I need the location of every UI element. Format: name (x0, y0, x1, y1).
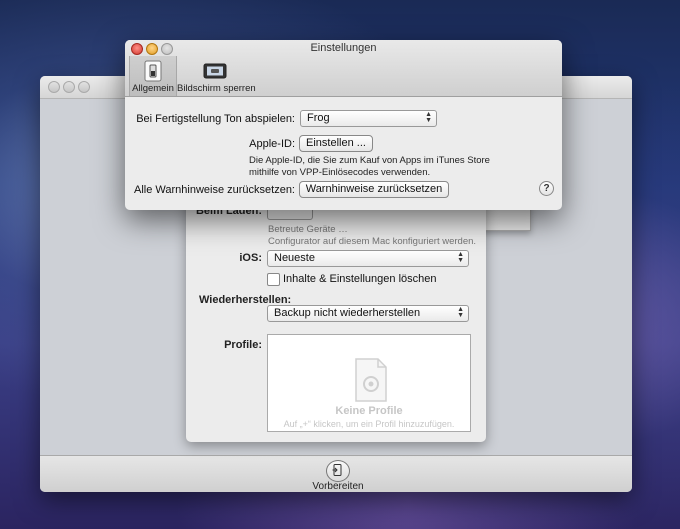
profile-document-icon (355, 358, 387, 402)
popup-arrows-icon: ▲ ▼ (457, 251, 464, 264)
profiles-list[interactable]: Keine Profile Auf „+“ klicken, um ein Pr… (267, 334, 471, 432)
restore-value: Backup nicht wiederherstellen (274, 307, 421, 319)
no-profiles-hint: Auf „+“ klicken, um ein Profil hinzuzufü… (283, 419, 455, 429)
tab-screen-lock-label: Bildschirm sperren (177, 83, 256, 94)
managed-description-line2: Configurator auf diesem Mac konfiguriert… (268, 236, 477, 247)
reset-warnings-label: Alle Warnhinweise zurücksetzen: (134, 184, 295, 196)
restore-popup[interactable]: Backup nicht wiederherstellen ▲ ▼ (267, 305, 469, 322)
apple-id-description: Die Apple-ID, die Sie zum Kauf von Apps … (249, 155, 549, 178)
erase-checkbox[interactable] (267, 273, 280, 286)
sound-value: Frog (307, 112, 330, 124)
tab-screen-lock[interactable]: Bildschirm sperren (177, 56, 256, 96)
erase-label: Inhalte & Einstellungen löschen (283, 273, 437, 285)
reset-warnings-button[interactable]: Warnhinweise zurücksetzen (299, 181, 449, 198)
preferences-toolbar: Einstellungen Allgemein Bildschirm sperr… (125, 40, 562, 97)
window-title: Einstellungen (310, 42, 377, 54)
prepare-label: Vorbereiten (312, 481, 364, 492)
apple-id-description-line1: Die Apple-ID, die Sie zum Kauf von Apps … (249, 155, 490, 166)
apple-id-description-line2: mithilfe von VPP-Einlösecodes verwenden. (249, 166, 431, 178)
tab-general[interactable]: Allgemein (129, 56, 177, 96)
managed-description: Betreute Geräte … Configurator auf diese… (268, 224, 478, 248)
apple-id-set-button[interactable]: Einstellen ... (299, 135, 373, 152)
close-button[interactable] (48, 81, 60, 93)
bottom-toolbar: Vorbereiten (40, 455, 632, 492)
switch-icon (144, 60, 162, 82)
preferences-window: Einstellungen Allgemein Bildschirm sperr… (125, 40, 562, 210)
popup-arrows-icon: ▲ ▼ (457, 306, 464, 319)
managed-description-line1: Betreute Geräte … (268, 224, 348, 235)
prepare-button[interactable] (326, 460, 350, 482)
apple-id-label: Apple-ID: (249, 138, 295, 150)
minimize-button[interactable] (63, 81, 75, 93)
prepare-icon (332, 464, 342, 476)
screen-lock-icon (203, 63, 227, 79)
ios-version-value: Neueste (274, 252, 315, 264)
ios-version-popup[interactable]: Neueste ▲ ▼ (267, 250, 469, 267)
ios-label: iOS: (239, 252, 262, 264)
sound-popup[interactable]: Frog ▲ ▼ (300, 110, 437, 127)
popup-arrows-icon: ▲ ▼ (425, 111, 432, 124)
help-button[interactable]: ? (539, 181, 554, 196)
zoom-button[interactable] (78, 81, 90, 93)
no-profiles-label: Keine Profile (335, 405, 403, 417)
profiles-label: Profile: (224, 339, 262, 351)
sound-label: Bei Fertigstellung Ton abspielen: (136, 113, 295, 125)
tab-general-label: Allgemein (132, 83, 174, 94)
